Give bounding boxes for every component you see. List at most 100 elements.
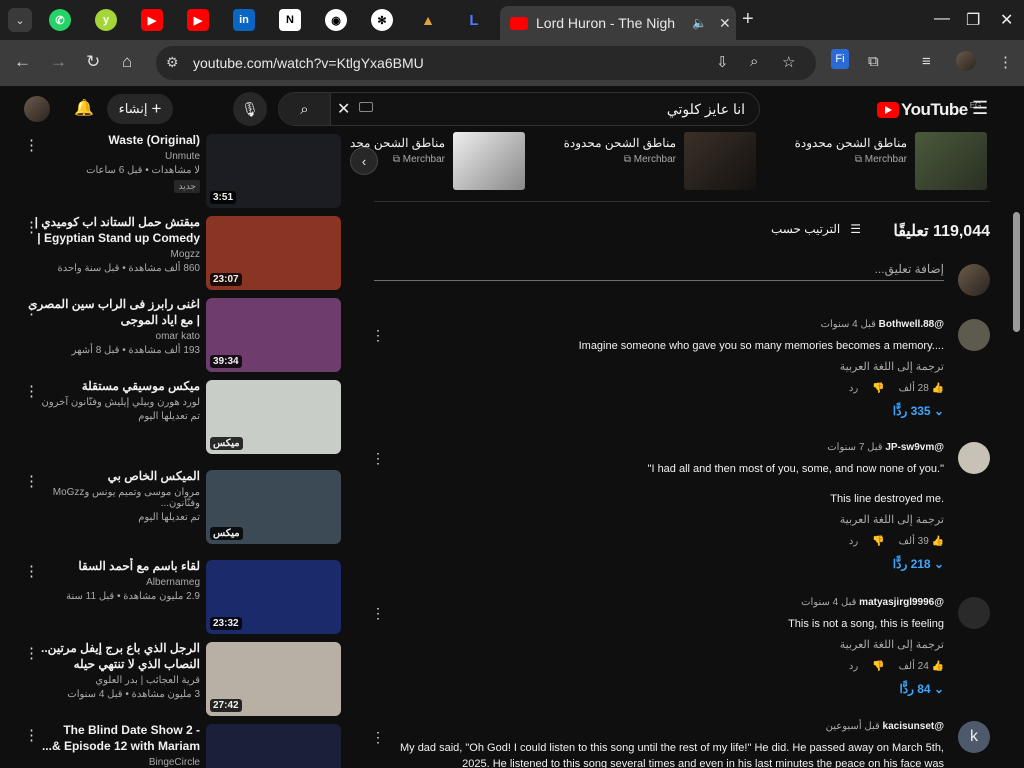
commenter-avatar[interactable] [958, 597, 990, 629]
video-title[interactable]: اغنى رابرز فى الراب سين المصرى | مع اياد… [22, 296, 200, 328]
l-icon[interactable]: L [463, 9, 485, 31]
channel-name[interactable]: BingeCircle [22, 757, 200, 768]
reply-button[interactable]: رد [849, 383, 858, 394]
guide-menu-icon[interactable]: ☰ [972, 98, 988, 119]
comment-author[interactable]: @matyasjirgl9996 [859, 597, 944, 608]
video-thumbnail[interactable]: 23:07 [206, 216, 341, 290]
speaker-icon[interactable]: 🔈 [692, 16, 707, 30]
linkedin-icon[interactable]: in [233, 9, 255, 31]
commenter-avatar[interactable] [958, 319, 990, 351]
view-replies-button[interactable]: ⌄ 335 ردًّا [384, 404, 944, 418]
translate-link[interactable]: ترجمة إلى اللغة العربية [384, 513, 944, 526]
comment-more-icon[interactable]: ⋮ [371, 327, 385, 344]
scrollbar-thumb[interactable] [1013, 212, 1020, 332]
channel-name[interactable]: قرية العجائب | بدر العلوي [22, 675, 200, 686]
merch-item[interactable]: مناطق الشحن محدودة ⧉ Merchbar [777, 132, 987, 192]
create-button[interactable]: إنشاء + [107, 94, 173, 124]
video-title[interactable]: الرجل الذي باع برج إيفل مرتين.. النصاب ا… [22, 640, 200, 672]
comment-more-icon[interactable]: ⋮ [371, 729, 385, 746]
search-input[interactable]: انا عايز كلوتي [667, 101, 745, 118]
dislike-icon[interactable]: 👎 [872, 536, 884, 547]
related-video-item[interactable]: ⋮ The Blind Date Show 2 - Episode 12 with… [0, 722, 350, 768]
related-video-item[interactable]: ⋮ الميكس الخاص بي مروان موسى وتميم يونس وM… [0, 468, 350, 544]
related-video-item[interactable]: ⋮ اغنى رابرز فى الراب سين المصرى | مع ايا… [0, 296, 350, 372]
video-thumbnail[interactable]: 39:34 [206, 298, 341, 372]
youtube-icon[interactable]: ▶ [141, 9, 163, 31]
merch-previous-icon[interactable]: ‹ [350, 147, 378, 175]
video-title[interactable]: الميكس الخاص بي [22, 468, 200, 484]
related-video-item[interactable]: ⋮ لقاء باسم مع أحمد السقا Albernameg 2.9 مل… [0, 558, 350, 634]
video-title[interactable]: لقاء باسم مع أحمد السقا [22, 558, 200, 574]
dislike-icon[interactable]: 👎 [872, 661, 884, 672]
pyramid-icon[interactable]: ▲ [417, 9, 439, 31]
reply-button[interactable]: رد [849, 536, 858, 547]
channel-name[interactable]: omar kato [22, 331, 200, 342]
comment-more-icon[interactable]: ⋮ [371, 450, 385, 467]
like-button[interactable]: 👍 39 ألف [899, 536, 944, 547]
comment-author[interactable]: @Bothwell.88 [879, 319, 944, 330]
install-app-icon[interactable]: ⇩ [716, 53, 729, 71]
back-icon[interactable]: ← [14, 52, 31, 72]
url-text[interactable]: youtube.com/watch?v=KtlgYxa6BMU [193, 55, 424, 71]
like-button[interactable]: 👍 28 ألف [899, 383, 944, 394]
like-button[interactable]: 👍 24 ألف [899, 661, 944, 672]
comment-time[interactable]: قبل أسبوعين [826, 721, 880, 732]
comment-time[interactable]: قبل 4 سنوات [801, 597, 856, 608]
site-info-icon[interactable]: ⚙ [166, 54, 179, 71]
related-video-item[interactable]: ⋮ الرجل الذي باع برج إيفل مرتين.. النصاب … [0, 640, 350, 716]
active-tab[interactable]: Lord Huron - The Nigh 🔈 ✕ [500, 6, 736, 40]
browser-menu-icon[interactable]: ⋮ [998, 53, 1013, 71]
extensions-puzzle-icon[interactable]: ⧉ [868, 53, 879, 70]
close-window-icon[interactable]: ✕ [1000, 10, 1013, 30]
search-box[interactable]: ⌕ ✕ انا عايز كلوتي [278, 92, 760, 126]
view-replies-button[interactable]: ⌄ 218 ردًّا [384, 557, 944, 571]
commenter-avatar[interactable] [958, 442, 990, 474]
channel-name[interactable]: لورد هورن وبيلي إيليش وفنّانون آخرون [22, 397, 200, 408]
translate-link[interactable]: ترجمة إلى اللغة العربية [384, 638, 944, 651]
notifications-bell-icon[interactable]: 🔔 [74, 98, 94, 118]
youtube-logo[interactable]: YouTube EG [877, 100, 981, 120]
zoom-icon[interactable]: ⌕ [750, 53, 758, 70]
keyboard-icon[interactable] [359, 102, 373, 112]
video-thumbnail[interactable]: 27:42 [206, 642, 341, 716]
voice-search-mic-icon[interactable]: 🎙 [233, 92, 267, 126]
media-control-icon[interactable]: ≡ [922, 53, 931, 70]
whatsapp-icon[interactable]: ✆ [49, 9, 71, 31]
translate-link[interactable]: ترجمة إلى اللغة العربية [384, 360, 944, 373]
video-title[interactable]: ميكس موسيقي مستقلة [22, 378, 200, 394]
commenter-avatar[interactable]: k [958, 721, 990, 753]
restore-icon[interactable]: ❐ [966, 10, 980, 30]
video-thumbnail[interactable] [206, 724, 341, 768]
comment-author[interactable]: @JP-sw9vm [885, 442, 944, 453]
merch-item[interactable]: مناطق الشحن محدو ⧉ Merchbar [350, 132, 525, 192]
notion-icon[interactable]: N [279, 9, 301, 31]
extension-fi-icon[interactable]: Fi [831, 49, 849, 69]
merch-item[interactable]: مناطق الشحن محدودة ⧉ Merchbar [546, 132, 756, 192]
video-thumbnail[interactable]: 3:51 [206, 134, 341, 208]
new-tab-button[interactable]: + [742, 8, 754, 31]
sort-by-button[interactable]: الترتيب حسب ☰ [771, 222, 861, 236]
channel-name[interactable]: Albernameg [22, 577, 200, 588]
related-video-item[interactable]: ⋮ ميكس موسيقي مستقلة لورد هورن وبيلي إيليش… [0, 378, 350, 454]
video-thumbnail[interactable]: 23:32 [206, 560, 341, 634]
openai-icon[interactable]: ✻ [371, 9, 393, 31]
channel-name[interactable]: مروان موسى وتميم يونس وMoGzz وفنّانون... [22, 487, 200, 509]
profile-avatar-icon[interactable] [956, 51, 976, 71]
channel-name[interactable]: Unmute [22, 151, 200, 162]
account-avatar[interactable] [24, 96, 50, 122]
minimize-icon[interactable]: — [934, 10, 950, 28]
close-tab-icon[interactable]: ✕ [719, 15, 731, 32]
video-thumbnail[interactable]: ميكس [206, 380, 341, 454]
channel-name[interactable]: Mogzz [22, 249, 200, 260]
tab-search-dropdown-icon[interactable]: ⌄ [8, 8, 32, 32]
reload-icon[interactable]: ↻ [86, 52, 100, 72]
home-icon[interactable]: ⌂ [122, 52, 132, 72]
comment-more-icon[interactable]: ⋮ [371, 605, 385, 622]
github-icon[interactable]: ◉ [325, 9, 347, 31]
comment-time[interactable]: قبل 4 سنوات [821, 319, 876, 330]
reply-button[interactable]: رد [849, 661, 858, 672]
forward-icon[interactable]: → [50, 52, 67, 72]
y-icon[interactable]: y [95, 9, 117, 31]
video-title[interactable]: Waste (Original) [22, 132, 200, 148]
video-title[interactable]: مبقتش حمل الستاند اب كوميدي | Egyptian S… [22, 214, 200, 246]
